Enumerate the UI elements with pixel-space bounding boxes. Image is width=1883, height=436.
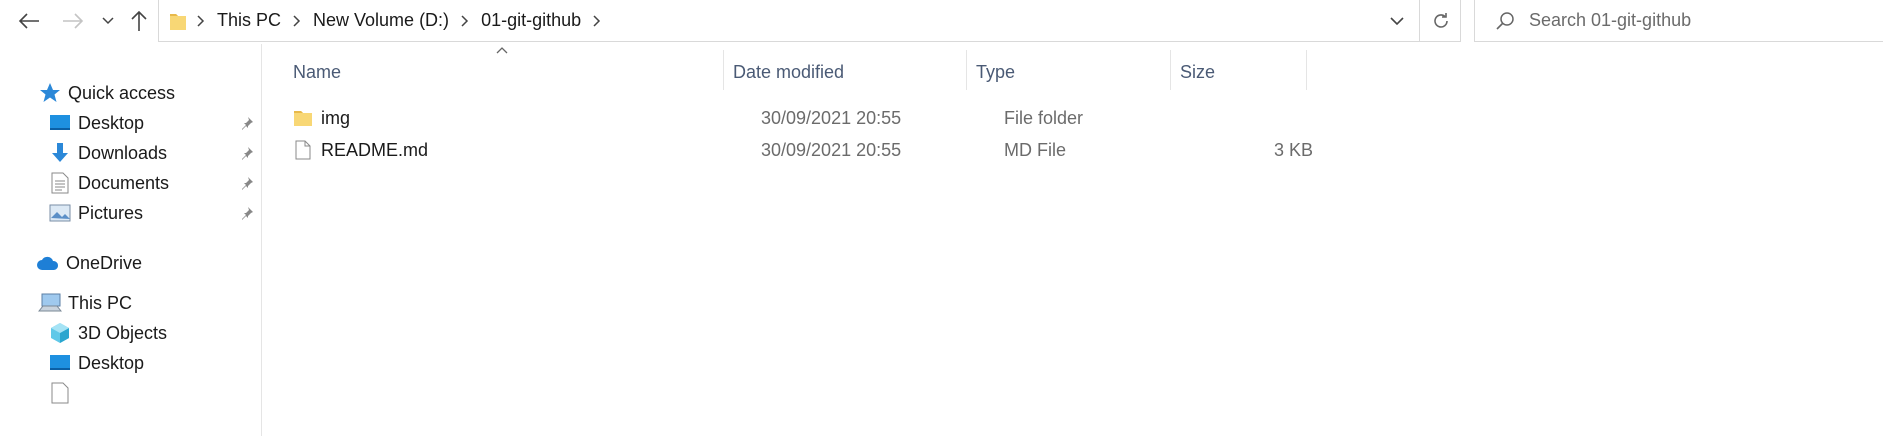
file-row[interactable]: img 30/09/2021 20:55 File folder (291, 102, 1331, 134)
nav-onedrive[interactable]: OneDrive (36, 248, 142, 278)
pin-icon[interactable] (238, 144, 256, 162)
file-icon (291, 138, 315, 162)
nav-label: Documents (78, 172, 170, 193)
nav-label: OneDrive (66, 252, 143, 273)
chevron-down-icon (102, 17, 114, 25)
nav-this-pc[interactable]: This PC (38, 288, 132, 318)
nav-item-partial[interactable] (48, 378, 78, 408)
breadcrumb-current-folder[interactable]: 01-git-github (477, 10, 585, 31)
breadcrumb: This PC New Volume (D:) 01-git-github (169, 0, 609, 42)
chevron-right-icon[interactable] (189, 14, 213, 27)
file-type: File folder (1004, 107, 1084, 128)
search-icon (1495, 11, 1515, 31)
pin-icon[interactable] (238, 174, 256, 192)
file-size: 3 KB (1273, 139, 1313, 160)
file-row[interactable]: README.md 30/09/2021 20:55 MD File 3 KB (291, 134, 1331, 166)
column-label: Name (293, 61, 342, 82)
nav-item-desktop[interactable]: Desktop (48, 108, 144, 138)
up-button[interactable] (126, 8, 152, 34)
address-bar[interactable]: This PC New Volume (D:) 01-git-github (158, 0, 1461, 42)
nav-item-downloads[interactable]: Downloads (48, 138, 167, 168)
refresh-button[interactable] (1419, 0, 1461, 42)
nav-item-3d-objects[interactable]: 3D Objects (48, 318, 167, 348)
nav-label: Quick access (68, 82, 176, 103)
onedrive-icon (36, 251, 60, 275)
downloads-icon (48, 141, 72, 165)
arrow-right-icon (63, 13, 84, 29)
folder-icon (291, 106, 315, 130)
file-date: 30/09/2021 20:55 (761, 107, 902, 128)
column-header-size[interactable]: Size (1170, 44, 1306, 100)
documents-icon (48, 381, 72, 405)
3d-objects-icon (48, 321, 72, 345)
column-label: Type (976, 61, 1016, 82)
breadcrumb-new-volume[interactable]: New Volume (D:) (309, 10, 453, 31)
documents-icon (48, 171, 72, 195)
nav-label: This PC (68, 292, 133, 313)
column-label: Date modified (733, 61, 845, 82)
computer-icon (38, 291, 62, 315)
star-icon (38, 81, 62, 105)
nav-item-pictures[interactable]: Pictures (48, 198, 143, 228)
pin-icon[interactable] (238, 114, 256, 132)
nav-label: Pictures (78, 202, 144, 223)
breadcrumb-this-pc[interactable]: This PC (213, 10, 285, 31)
navigation-pane: Quick access Desktop Downloads Documents… (0, 44, 262, 436)
arrow-left-icon (18, 13, 39, 29)
chevron-right-icon[interactable] (453, 14, 477, 27)
file-name: README.md (321, 139, 429, 160)
desktop-icon (48, 111, 72, 135)
address-toolbar: This PC New Volume (D:) 01-git-github Se… (0, 0, 1883, 44)
nav-item-desktop-pc[interactable]: Desktop (48, 348, 144, 378)
chevron-down-icon (1390, 16, 1404, 25)
nav-label: 3D Objects (78, 322, 168, 343)
nav-item-documents[interactable]: Documents (48, 168, 169, 198)
refresh-icon (1433, 13, 1448, 28)
folder-icon (169, 11, 187, 31)
file-date: 30/09/2021 20:55 (761, 139, 902, 160)
nav-label: Desktop (78, 352, 145, 373)
nav-label: Downloads (78, 142, 168, 163)
column-header-date[interactable]: Date modified (723, 44, 966, 100)
nav-label: Desktop (78, 112, 145, 133)
desktop-icon (48, 351, 72, 375)
forward-button[interactable] (58, 8, 88, 34)
address-history-button[interactable] (1376, 0, 1418, 42)
pin-icon[interactable] (238, 204, 256, 222)
nav-quick-access[interactable]: Quick access (38, 78, 175, 108)
column-divider[interactable] (1306, 50, 1307, 90)
column-header-name[interactable]: Name (283, 44, 763, 100)
recent-locations-button[interactable] (100, 8, 116, 34)
search-box[interactable]: Search 01-git-github (1474, 0, 1883, 42)
file-list: Name Date modified Type Size img 30/09/2… (263, 44, 1883, 436)
column-label: Size (1180, 61, 1216, 82)
column-header-type[interactable]: Type (966, 44, 1170, 100)
back-button[interactable] (14, 8, 44, 34)
arrow-up-icon (131, 10, 147, 31)
chevron-right-icon[interactable] (285, 14, 309, 27)
file-name: img (321, 107, 351, 128)
chevron-right-icon[interactable] (585, 14, 609, 27)
pictures-icon (48, 201, 72, 225)
search-placeholder: Search 01-git-github (1529, 10, 1692, 30)
